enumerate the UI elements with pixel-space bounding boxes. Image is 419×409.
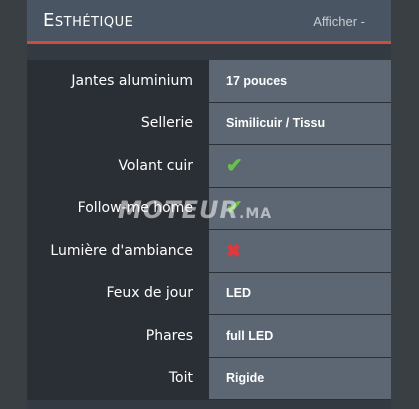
spec-label: Lumière d'ambiance xyxy=(27,230,209,272)
spec-row-lumiere: Lumière d'ambiance ✖ xyxy=(27,230,391,273)
spec-value: ✖ xyxy=(209,230,391,272)
spec-row-follow-me: Follow-me home ✔ xyxy=(27,187,391,230)
spec-row-phares: Phares full LED xyxy=(27,315,391,358)
spec-row-jantes: Jantes aluminium 17 pouces xyxy=(27,60,391,103)
spec-value: full LED xyxy=(209,315,391,357)
check-icon: ✔ xyxy=(226,197,243,220)
spec-row-feux: Feux de jour LED xyxy=(27,272,391,315)
spec-label: Follow-me home xyxy=(27,187,209,229)
spec-value: Similicuir / Tissu xyxy=(209,102,391,144)
spec-row-volant: Volant cuir ✔ xyxy=(27,145,391,188)
spec-label: Sellerie xyxy=(27,102,209,144)
spec-value: 17 pouces xyxy=(209,60,391,102)
cross-icon: ✖ xyxy=(226,240,242,261)
toggle-display-button[interactable]: Afficher - xyxy=(313,14,365,29)
spec-label: Jantes aluminium xyxy=(27,60,209,102)
spec-label: Toit xyxy=(27,357,209,399)
spec-label: Volant cuir xyxy=(27,145,209,187)
spec-row-toit: Toit Rigide xyxy=(27,357,391,400)
spec-value: ✔ xyxy=(209,145,391,187)
section-title: Esthétique xyxy=(43,10,134,31)
section-header[interactable]: Esthétique Afficher - xyxy=(27,0,391,44)
spec-value: LED xyxy=(209,272,391,314)
spec-value: Rigide xyxy=(209,357,391,399)
spec-label: Feux de jour xyxy=(27,272,209,314)
spec-row-sellerie: Sellerie Similicuir / Tissu xyxy=(27,102,391,145)
spec-table: Jantes aluminium 17 pouces Sellerie Simi… xyxy=(27,60,391,400)
check-icon: ✔ xyxy=(226,154,243,177)
spec-value: ✔ xyxy=(209,187,391,229)
aesthetics-panel: Esthétique Afficher - Jantes aluminium 1… xyxy=(27,0,391,409)
spec-label: Phares xyxy=(27,315,209,357)
